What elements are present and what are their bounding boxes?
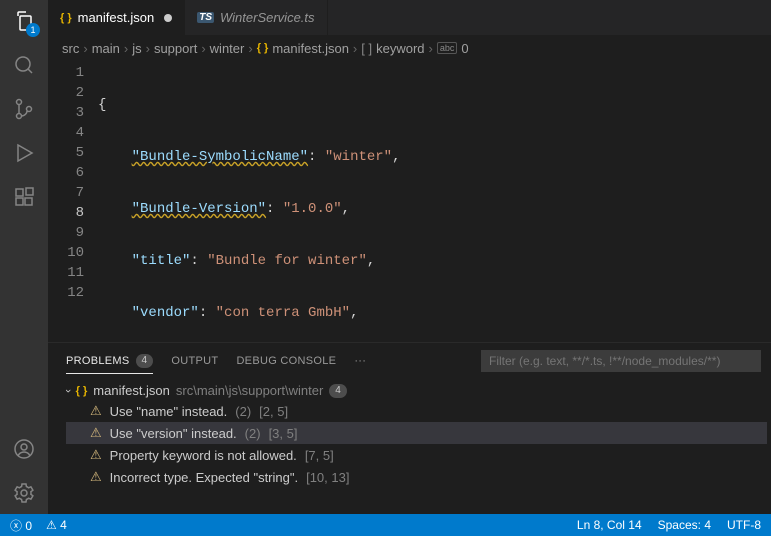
ts-icon: TS: [197, 12, 214, 23]
json-icon: { }: [76, 385, 88, 397]
line-numbers: 123456789101112: [48, 61, 98, 342]
editor-tabs: { } manifest.json TS WinterService.ts: [48, 0, 771, 35]
breadcrumb[interactable]: src› main› js› support› winter› { } mani…: [48, 35, 771, 61]
breadcrumb-item[interactable]: keyword: [376, 41, 424, 56]
problems-file-group[interactable]: › { } manifest.json src\main\js\support\…: [66, 381, 767, 400]
problems-file-path: src\main\js\support\winter: [176, 383, 323, 398]
problems-filter-input[interactable]: [481, 350, 761, 372]
problems-filter[interactable]: [481, 350, 761, 372]
problems-file-label: manifest.json: [93, 383, 170, 398]
warning-icon: ⚠: [90, 469, 102, 485]
breadcrumb-item[interactable]: src: [62, 41, 79, 56]
problem-item[interactable]: ⚠ Use "version" instead. (2) [3, 5]: [66, 422, 767, 444]
explorer-badge: 1: [26, 23, 40, 37]
breadcrumb-item[interactable]: 0: [461, 41, 468, 56]
problems-file-count: 4: [329, 384, 347, 398]
breadcrumb-item[interactable]: js: [132, 41, 141, 56]
warning-icon: ⚠: [90, 447, 102, 463]
chevron-down-icon: ›: [62, 389, 74, 393]
tab-manifest-json[interactable]: { } manifest.json: [48, 0, 185, 35]
source-control-icon[interactable]: [11, 96, 37, 122]
breadcrumb-item[interactable]: main: [92, 41, 120, 56]
bottom-panel: PROBLEMS 4 OUTPUT DEBUG CONSOLE ··· › { …: [48, 342, 771, 514]
warning-icon: ⚠: [90, 403, 102, 419]
editor-area: { } manifest.json TS WinterService.ts sr…: [48, 0, 771, 514]
search-icon[interactable]: [11, 52, 37, 78]
settings-gear-icon[interactable]: [11, 480, 37, 506]
tab-winterservice-ts[interactable]: TS WinterService.ts: [185, 0, 327, 35]
status-bar: ⓧ 0 ⚠ 4 Ln 8, Col 14 Spaces: 4 UTF-8: [0, 514, 771, 536]
json-icon: { }: [60, 12, 72, 24]
tab-label: manifest.json: [78, 10, 155, 25]
code-content[interactable]: { "Bundle-SymbolicName": "winter", "Bund…: [98, 61, 771, 342]
panel-more-icon[interactable]: ···: [354, 355, 366, 367]
warning-icon: ⚠: [90, 425, 102, 441]
extensions-icon[interactable]: [11, 184, 37, 210]
code-editor[interactable]: 123456789101112 { "Bundle-SymbolicName":…: [48, 61, 771, 342]
status-errors[interactable]: ⓧ 0: [10, 517, 32, 534]
problem-item[interactable]: ⚠ Incorrect type. Expected "string". [10…: [66, 466, 767, 488]
problem-item[interactable]: ⚠ Property keyword is not allowed. [7, 5…: [66, 444, 767, 466]
panel-tab-problems[interactable]: PROBLEMS 4: [66, 354, 153, 374]
activity-bar: 1: [0, 0, 48, 514]
breadcrumb-item[interactable]: support: [154, 41, 197, 56]
panel-tab-debug-console[interactable]: DEBUG CONSOLE: [236, 355, 336, 367]
problems-list: › { } manifest.json src\main\js\support\…: [48, 375, 771, 514]
breadcrumb-item[interactable]: manifest.json: [272, 41, 349, 56]
json-icon: { }: [257, 42, 269, 54]
run-debug-icon[interactable]: [11, 140, 37, 166]
status-encoding[interactable]: UTF-8: [727, 518, 761, 532]
accounts-icon[interactable]: [11, 436, 37, 462]
explorer-icon[interactable]: 1: [11, 8, 37, 34]
breadcrumb-item[interactable]: winter: [210, 41, 245, 56]
status-warnings[interactable]: ⚠ 4: [46, 518, 67, 532]
status-indentation[interactable]: Spaces: 4: [658, 518, 711, 532]
tab-label: WinterService.ts: [220, 10, 315, 25]
problem-item[interactable]: ⚠ Use "name" instead. (2) [2, 5]: [66, 400, 767, 422]
problems-count-badge: 4: [136, 354, 154, 368]
status-cursor-position[interactable]: Ln 8, Col 14: [577, 518, 642, 532]
dirty-indicator-icon: [164, 14, 172, 22]
panel-tab-output[interactable]: OUTPUT: [171, 355, 218, 367]
